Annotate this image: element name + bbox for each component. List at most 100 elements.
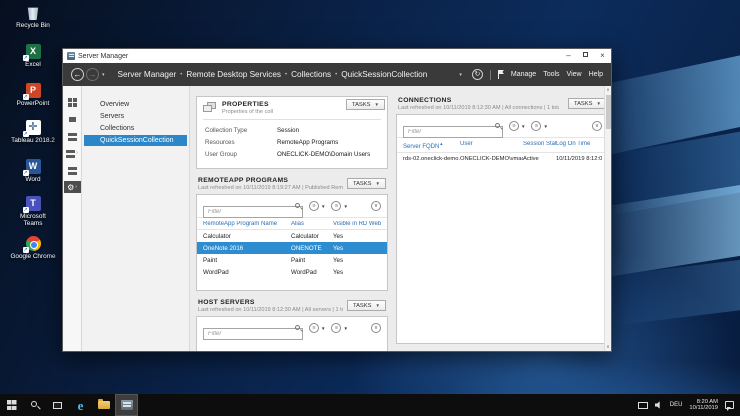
taskbar-clock[interactable]: 8:20 AM 10/11/2019: [689, 399, 718, 412]
desktop-icon-powerpoint[interactable]: P↗ PowerPoint: [10, 83, 56, 107]
filter-settings-button[interactable]: ≡▼: [509, 121, 525, 131]
scrollbar-thumb[interactable]: [606, 95, 611, 129]
breadcrumb-rds[interactable]: Remote Desktop Services: [186, 70, 281, 79]
nav-item-quicksessioncollection[interactable]: QuickSessionCollection: [84, 135, 187, 146]
shortcut-arrow-icon: ↗: [23, 247, 29, 253]
nav-item-overview[interactable]: Overview: [84, 99, 187, 110]
caret-down-icon: ▼: [376, 181, 380, 186]
breadcrumb-collections[interactable]: Collections: [291, 70, 331, 79]
column-header-session-state[interactable]: Session State: [523, 141, 556, 150]
forward-button[interactable]: →: [86, 68, 99, 81]
desktop-icon-chrome[interactable]: ↗ Google Chrome: [10, 236, 56, 260]
taskbar-server-manager[interactable]: [115, 394, 138, 416]
properties-tasks-button[interactable]: TASKS▼: [346, 99, 385, 110]
start-button[interactable]: [0, 394, 23, 416]
nav-item-servers[interactable]: Servers: [84, 111, 187, 122]
collapse-button[interactable]: ∨: [371, 323, 381, 333]
server-manager-window: Server Manager – × ← → ▾ Server Manager•…: [62, 48, 612, 352]
refresh-dropdown-icon[interactable]: ▾: [459, 72, 462, 78]
connections-empty-area: [397, 164, 608, 343]
table-row[interactable]: Paint Paint Yes: [197, 254, 387, 266]
window-scrollbar[interactable]: ∧ ∨: [604, 86, 611, 351]
chevron-down-icon: ∨: [592, 121, 602, 131]
column-header-visible[interactable]: Visible in RD Web Access: [333, 221, 381, 227]
section-subtitle: Properties of the collection: [222, 109, 273, 115]
refresh-icon[interactable]: ↻: [472, 69, 483, 80]
task-view-button[interactable]: [46, 394, 69, 416]
taskbar-internet-explorer[interactable]: e: [69, 394, 92, 416]
grouping-icon: ≡: [531, 121, 541, 131]
desktop-icon-word[interactable]: W↗ Word: [10, 159, 56, 183]
column-header-logon-time[interactable]: Log On Time: [556, 141, 602, 150]
history-dropdown-icon[interactable]: ▾: [102, 72, 105, 78]
tray-date: 10/11/2019: [689, 405, 718, 412]
minimize-button[interactable]: –: [560, 49, 577, 63]
sidebar-item-rds[interactable]: ⚙›: [64, 181, 81, 193]
filter-settings-button[interactable]: ≡▼: [309, 201, 325, 211]
column-header-fqdn[interactable]: Server FQDN▲: [403, 141, 460, 150]
column-header-name[interactable]: RemoteApp Program Name: [203, 221, 291, 227]
menu-tools[interactable]: Tools: [543, 71, 559, 78]
table-row[interactable]: Calculator Calculator Yes: [197, 230, 387, 242]
breadcrumb-separator: •: [335, 72, 337, 78]
scroll-down-icon[interactable]: ∨: [606, 343, 609, 351]
caret-down-icon: ▼: [375, 102, 379, 107]
desktop-icon-tableau[interactable]: ✛↗ Tableau 2018.2: [10, 120, 56, 144]
cell-alias: WordPad: [291, 269, 333, 276]
menu-help[interactable]: Help: [589, 71, 603, 78]
connections-filter-input[interactable]: [403, 126, 503, 138]
sidebar-item-dashboard[interactable]: [64, 96, 81, 108]
grouping-button[interactable]: ≡▼: [331, 201, 347, 211]
scroll-up-icon[interactable]: ∧: [606, 86, 609, 94]
desktop-icon-teams[interactable]: T↗ Microsoft Teams: [10, 196, 56, 227]
grouping-button[interactable]: ≡▼: [331, 323, 347, 333]
remoteapp-tasks-button[interactable]: TASKS▼: [347, 178, 386, 189]
menu-view[interactable]: View: [567, 71, 582, 78]
section-title: PROPERTIES: [222, 101, 288, 108]
shortcut-arrow-icon: ↗: [23, 170, 29, 176]
sidebar-item-all-servers[interactable]: [64, 130, 81, 142]
grouping-button[interactable]: ≡▼: [531, 121, 547, 131]
breadcrumb-server-manager[interactable]: Server Manager: [118, 70, 177, 79]
filter-settings-button[interactable]: ≡▼: [309, 323, 325, 333]
cell-name: OneNote 2016: [203, 245, 291, 252]
connection-row[interactable]: rds-02.oneclick-demo.com ONECLICK-DEMO\v…: [397, 153, 608, 164]
speaker-icon[interactable]: [655, 401, 663, 409]
host-servers-tasks-button[interactable]: TASKS▼: [347, 300, 386, 311]
shortcut-arrow-icon: ↗: [23, 55, 29, 61]
desktop-icon-recycle-bin[interactable]: Recycle Bin: [10, 5, 56, 29]
action-center-icon[interactable]: [725, 401, 734, 409]
recycle-bin-icon: [27, 5, 40, 20]
desktop-icon-label: Tableau 2018.2: [10, 137, 56, 144]
collapse-button[interactable]: ∨: [371, 201, 381, 211]
close-button[interactable]: ×: [594, 49, 611, 63]
keyboard-language[interactable]: DEU: [670, 402, 683, 408]
column-header-alias[interactable]: Alias: [291, 221, 333, 227]
taskbar-file-explorer[interactable]: [92, 394, 115, 416]
breadcrumb-quicksessioncollection[interactable]: QuickSessionCollection: [341, 70, 427, 79]
desktop-icon-excel[interactable]: X↗ Excel: [10, 44, 56, 68]
column-header-user[interactable]: User: [460, 141, 523, 150]
network-display-icon[interactable]: [638, 402, 648, 409]
server-manager-icon: [121, 400, 133, 410]
notifications-flag-icon[interactable]: [498, 70, 504, 79]
taskbar-search-button[interactable]: [23, 394, 46, 416]
sidebar-item-iis[interactable]: [64, 164, 81, 176]
cell-name: WordPad: [203, 269, 291, 276]
caret-down-icon: ▼: [343, 326, 347, 331]
shortcut-arrow-icon: ↗: [23, 131, 29, 137]
sidebar-item-local-server[interactable]: [64, 113, 81, 125]
table-row[interactable]: WordPad WordPad Yes: [197, 266, 387, 278]
back-button[interactable]: ←: [71, 68, 84, 81]
connections-tasks-button[interactable]: TASKS▼: [568, 98, 607, 109]
properties-section: PROPERTIES Properties of the collection …: [196, 96, 388, 169]
collapse-button[interactable]: ∨: [592, 121, 602, 131]
nav-item-collections[interactable]: Collections: [84, 123, 187, 134]
menu-manage[interactable]: Manage: [511, 71, 536, 78]
sidebar-item-file-storage[interactable]: ›: [64, 147, 81, 159]
host-servers-filter-input[interactable]: [203, 328, 303, 340]
remoteapp-filter-input[interactable]: [203, 206, 303, 218]
maximize-button[interactable]: [577, 49, 594, 63]
table-row-selected[interactable]: OneNote 2016 ONENOTE Yes: [197, 242, 387, 254]
breadcrumb-separator: •: [180, 72, 182, 78]
